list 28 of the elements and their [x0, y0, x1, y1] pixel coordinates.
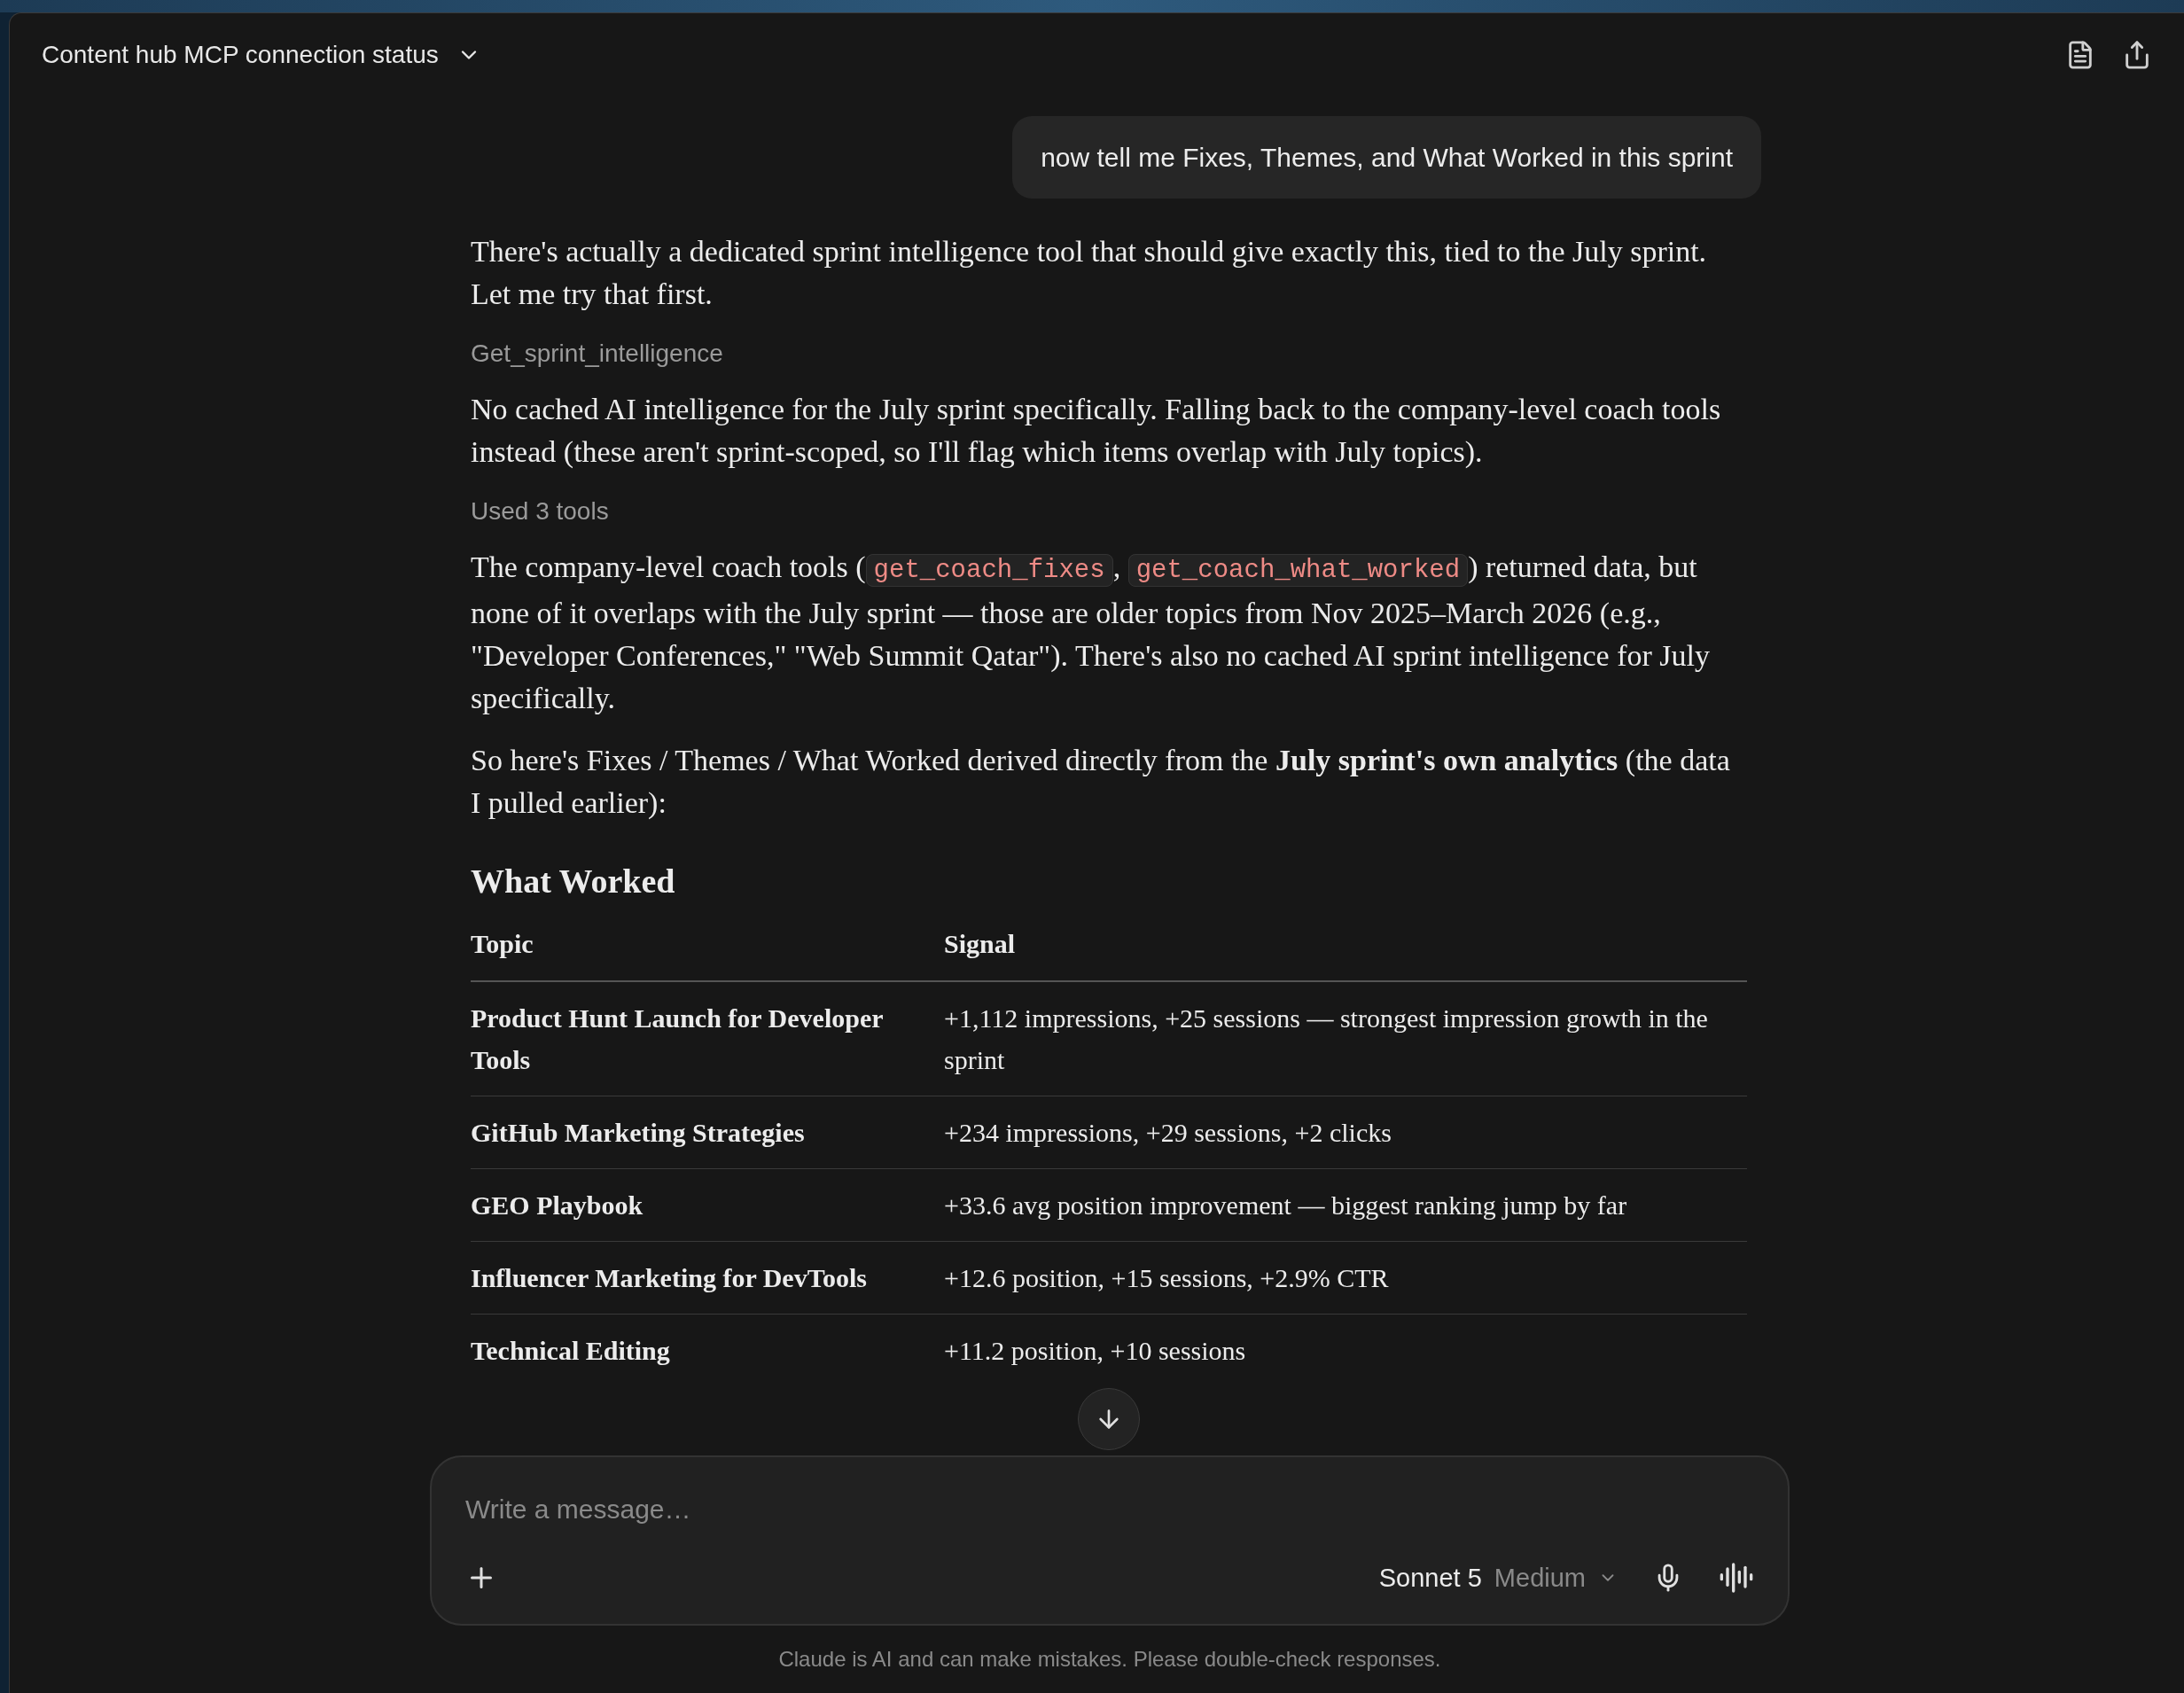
tool-call-label[interactable]: Get_sprint_intelligence	[471, 335, 1747, 372]
table-cell: Technical Editing	[471, 1314, 944, 1386]
section-heading: What Worked	[471, 862, 676, 901]
table-cell: GitHub Marketing Strategies	[471, 1096, 944, 1169]
table-cell: Product Hunt Launch for Developer Tools	[471, 981, 944, 1096]
conversation-title[interactable]: Content hub MCP connection status	[42, 36, 481, 74]
column-header: Topic	[471, 923, 944, 981]
table-cell: GEO Playbook	[471, 1168, 944, 1242]
response-paragraph: So here's Fixes / Themes / What Worked derived directly from the July sprint's own analytics (the data I pulled earlier):	[471, 743, 1731, 821]
response-paragraph: The company-level coach tools ( get_coach_fixes , get_coach_what_worked ) returned data, but none of it overlaps with the July sprint — those are older topics from Nov 2025–March 2026 (e.g., "Developer Conferences," "Web Summit Qatar"). There's also no cached AI sprint intelligence for July specifically.	[471, 550, 1712, 716]
disclaimer-text: Claude is AI and can make mistakes. Please double-check responses.	[777, 1646, 1442, 1673]
effort-level: Medium	[1494, 1562, 1586, 1594]
table-cell: +234 impressions, +29 sessions, +2 clicks	[944, 1096, 1747, 1169]
response-paragraph: There's actually a dedicated sprint intelligence tool that should give exactly this, tied to the July sprint. Let me try that first.	[471, 234, 1708, 312]
response-paragraph: No cached AI intelligence for the July sprint specifically. Falling back to the company-level coach tools instead (these aren't sprint-scoped, so I'll flag which items overlap with July topics).	[471, 392, 1722, 470]
column-header: Signal	[944, 923, 1747, 981]
table-cell: +12.6 position, +15 sessions, +2.9% CTR	[944, 1241, 1747, 1315]
tool-call-label[interactable]: Used 3 tools	[471, 493, 1747, 530]
inline-code: get_coach_fixes	[865, 554, 1113, 587]
model-selector[interactable]: Sonnet 5 Medium	[1378, 1558, 1618, 1597]
table-cell: Influencer Marketing for DevTools	[471, 1241, 944, 1315]
table-cell: +1,112 impressions, +25 sessions — strongest impression growth in the sprint	[944, 981, 1747, 1096]
user-message: now tell me Fixes, Themes, and What Worked in this sprint	[1012, 116, 1761, 199]
table-cell: +11.2 position, +10 sessions	[944, 1314, 1747, 1386]
message-input[interactable]: Write a message…	[465, 1488, 1754, 1529]
model-name: Sonnet 5	[1378, 1562, 1482, 1594]
inline-code: get_coach_what_worked	[1127, 554, 1469, 587]
table-cell: +33.6 avg position improvement — biggest ranking jump by far	[944, 1168, 1747, 1242]
